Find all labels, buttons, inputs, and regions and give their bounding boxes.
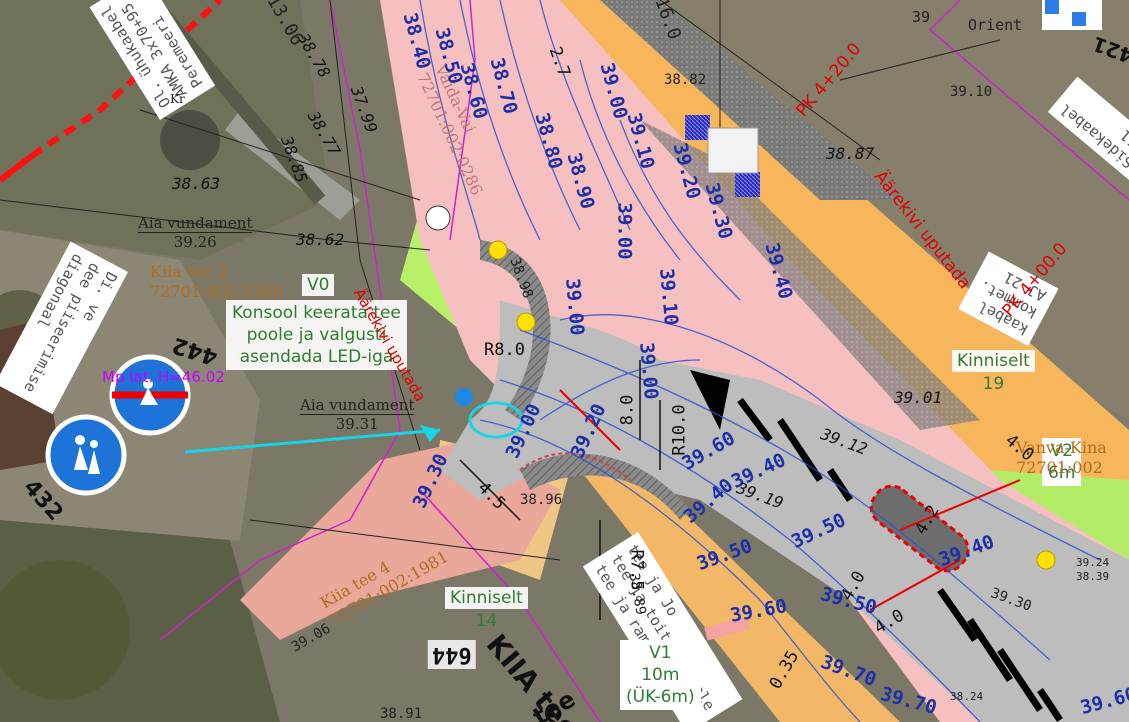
light-pole-1 bbox=[488, 240, 508, 260]
light-pole-2 bbox=[516, 312, 536, 332]
elev-design: 39.00 bbox=[613, 202, 636, 260]
dim-r80: R8.0 bbox=[484, 340, 525, 360]
elev-existing: 38.91 bbox=[380, 706, 423, 722]
note-line: 10m bbox=[641, 665, 680, 685]
dim-w80: 8.0 bbox=[617, 394, 638, 426]
elev-existing: 38.39 bbox=[1076, 570, 1110, 583]
sign-pedestrian-path bbox=[45, 414, 127, 496]
blue-hatch-2 bbox=[735, 172, 760, 197]
label-mp-height: Mp lat. H=46.02 bbox=[102, 368, 225, 386]
label-kr: Kr bbox=[170, 92, 185, 106]
parcel-id: 72701:002 bbox=[1016, 458, 1103, 477]
sign-number-644: 644 bbox=[428, 640, 476, 669]
note-line: asendada LED-iga bbox=[239, 347, 394, 367]
elev-existing: 39.24 bbox=[1076, 556, 1110, 569]
fence-label-1: Aia vundament 39.26 bbox=[138, 214, 253, 251]
label-kinniselt-19: Kinniselt 19 bbox=[952, 350, 1035, 394]
fence-text: Aia vundament bbox=[300, 396, 415, 415]
blue-hatch-1 bbox=[685, 115, 710, 140]
sign-421-stripe bbox=[1042, 0, 1102, 30]
fence-elevation: 39.26 bbox=[173, 233, 217, 251]
label-kinniselt-14: Kinniselt 14 bbox=[445, 587, 528, 631]
elev-existing: 38.24 bbox=[950, 690, 984, 703]
fence-label-2: Aia vundament 39.31 bbox=[300, 396, 415, 433]
elev-existing: 39.10 bbox=[950, 84, 993, 100]
note-line: Kinniselt bbox=[445, 587, 528, 609]
parcel-name: Kiia tee 2 bbox=[150, 262, 228, 281]
pole-blue bbox=[455, 388, 473, 406]
elev-existing: 38.82 bbox=[664, 72, 707, 88]
light-pole-3 bbox=[1036, 550, 1056, 570]
note-line: (ÜK-6m) bbox=[626, 687, 695, 707]
elev-existing: 38.62 bbox=[296, 230, 345, 249]
parcel-kiia2: Kiia tee 2 72701:002:1360 bbox=[150, 262, 283, 302]
label-orient: Orient bbox=[968, 16, 1023, 34]
note-line: Kinniselt bbox=[952, 350, 1035, 372]
dim-r75: R7.5 bbox=[626, 549, 647, 591]
note-line: V1 bbox=[649, 643, 672, 663]
label-v1: V1 10m (ÜK-6m) bbox=[620, 640, 701, 710]
note-line: 19 bbox=[982, 374, 1005, 394]
label-39: 39 bbox=[912, 8, 931, 26]
parcel-id: 72701:002:1360 bbox=[150, 282, 283, 301]
dim-r100: R10.0 bbox=[669, 404, 690, 456]
moon-symbol-bg bbox=[425, 205, 451, 231]
note-line: 14 bbox=[475, 611, 498, 631]
fence-elevation: 39.31 bbox=[335, 415, 379, 433]
elev-existing: 38.96 bbox=[520, 492, 563, 508]
elev-existing: 38.63 bbox=[172, 174, 221, 193]
kiosk-box bbox=[707, 127, 759, 174]
fence-text: Aia vundament bbox=[138, 214, 253, 233]
design-map: Ol. ühukaabel AMKA 3x70+95 Peremeeri Di.… bbox=[0, 0, 1129, 722]
label-v0: V0 bbox=[302, 274, 335, 296]
elev-existing: 39.01 bbox=[894, 388, 943, 407]
elev-existing: 38.87 bbox=[826, 144, 875, 163]
